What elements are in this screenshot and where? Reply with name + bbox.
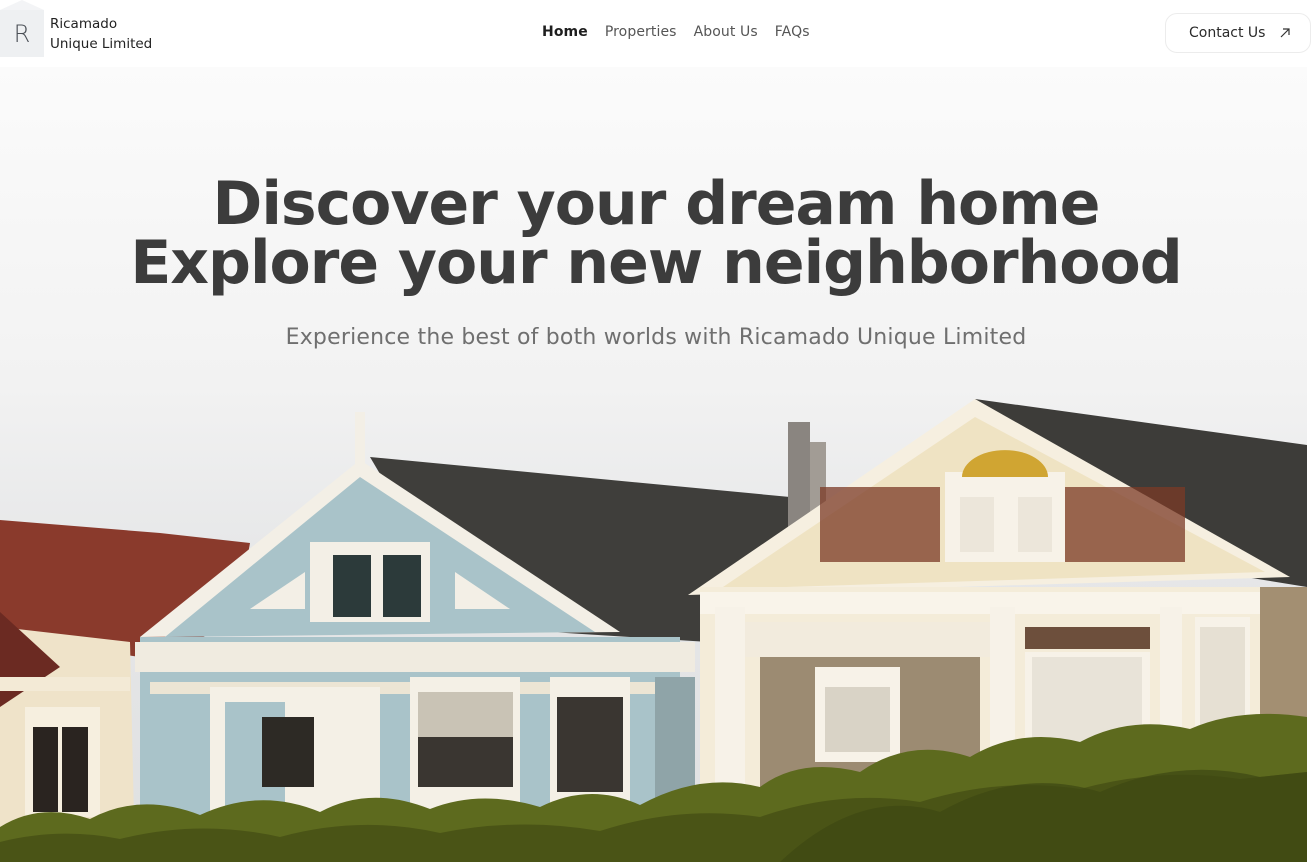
site-header: R Ricamado Unique Limited Home Propertie… [0, 0, 1312, 67]
contact-us-button[interactable]: Contact Us [1165, 13, 1311, 53]
nav-properties[interactable]: Properties [605, 24, 677, 40]
contact-us-label: Contact Us [1189, 25, 1266, 41]
hero-subheadline: Experience the best of both worlds with … [285, 325, 1027, 350]
hero-headline: Discover your dream home Explore your ne… [0, 169, 1307, 298]
brand-name-line2: Unique Limited [50, 35, 153, 52]
hero-section: Discover your dream home Explore your ne… [0, 67, 1307, 862]
nav-home[interactable]: Home [542, 24, 588, 40]
brand-logo[interactable]: R Ricamado Unique Limited [0, 0, 152, 57]
logo-mark: R [0, 0, 44, 57]
main-nav: Home Properties About Us FAQs [542, 24, 827, 40]
nav-about-us[interactable]: About Us [694, 24, 758, 40]
hero-headline-line2: Explore your new neighborhood [130, 228, 1182, 298]
brand-name-line1: Ricamado [50, 15, 118, 32]
nav-faqs[interactable]: FAQs [775, 24, 810, 40]
hero-headline-line1: Discover your dream home [212, 169, 1101, 239]
arrow-up-right-icon [1281, 28, 1291, 38]
brand-name: Ricamado Unique Limited [50, 14, 152, 54]
